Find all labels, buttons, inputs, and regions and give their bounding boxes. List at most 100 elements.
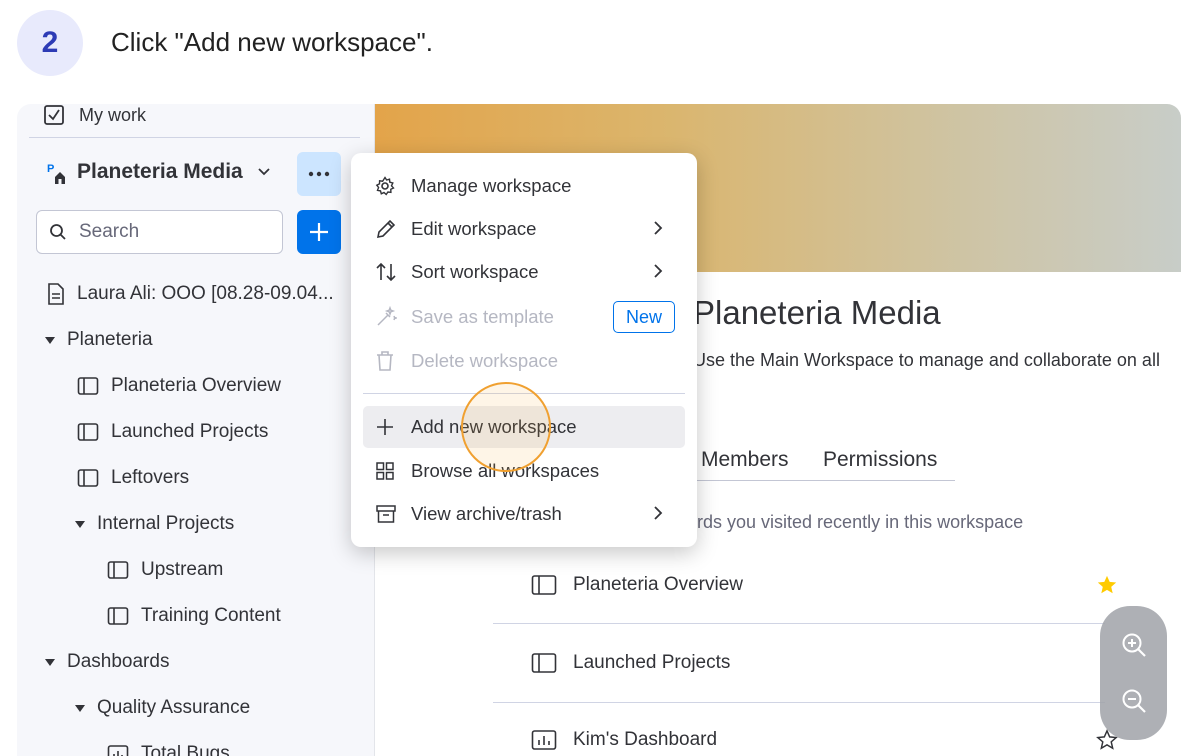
click-indicator-ring [461,382,551,472]
search-box [36,210,283,254]
new-badge: New [612,301,675,333]
board-icon [77,376,99,396]
board-label: Planeteria Overview [573,574,744,595]
board-icon [77,422,99,442]
tree-item-label: Training Content [141,605,281,626]
sidebar-folder-planeteria[interactable]: Planeteria [45,325,153,355]
tab-members[interactable]: Members [701,448,789,472]
workspace-logo-icon: P [47,161,69,184]
zoom-in-button[interactable] [1117,628,1151,662]
sidebar-folder-dashboards[interactable]: Dashboards [45,647,169,677]
add-item-button[interactable] [297,210,341,254]
search-input[interactable] [77,220,257,244]
menu-item-label: View archive/trash [411,503,562,524]
sidebar-item-training-content[interactable]: Training Content [107,601,281,631]
tree-item-label: Total Bugs [141,743,230,756]
menu-item-label: Sort workspace [411,261,539,282]
menu-item-delete-workspace[interactable]: Delete workspace [363,340,685,382]
gear-icon [375,176,401,196]
menu-item-view-archive-trash[interactable]: View archive/trash [363,493,685,535]
zoom-out-button[interactable] [1117,684,1151,718]
sidebar-item-my-work[interactable]: My work [43,104,146,130]
chevron-right-icon [654,264,663,278]
dashboard-icon [531,729,557,751]
board-label: Launched Projects [573,652,731,673]
tabs-underline [697,480,955,481]
row-divider [493,702,1105,703]
board-icon [107,606,129,626]
sidebar-item-planeteria-overview[interactable]: Planeteria Overview [77,371,281,401]
workspace-options-menu: Manage workspace Edit workspace Sort wor… [351,153,697,547]
recent-boards-hint: rds you visited recently in this workspa… [697,512,1024,532]
menu-item-save-as-template[interactable]: Save as template New [363,296,685,338]
board-icon [107,560,129,580]
sidebar-folder-quality-assurance[interactable]: Quality Assurance [75,693,250,723]
board-icon [77,468,99,488]
star-filled-icon[interactable] [1096,574,1118,596]
trash-icon [375,350,401,372]
sidebar: My work P Planeteria Media Laura Ali: OO… [17,104,375,756]
recent-board-row[interactable]: Planeteria Overview [531,570,743,600]
board-icon [531,652,557,674]
tree-item-label: Leftovers [111,467,190,488]
pencil-icon [375,218,401,240]
tree-item-label: Planeteria Overview [111,375,282,396]
caret-down-icon [45,658,55,666]
tree-item-label: Dashboards [67,651,170,672]
tree-item-label: Quality Assurance [97,697,251,718]
workspace-more-button[interactable] [297,152,341,196]
menu-item-manage-workspace[interactable]: Manage workspace [363,165,685,207]
tab-permissions[interactable]: Permissions [823,448,937,472]
menu-item-sort-workspace[interactable]: Sort workspace [363,251,685,293]
tree-item-label: Planeteria [67,329,153,350]
workspace-description: Use the Main Workspace to manage and col… [693,350,1160,370]
search-icon [50,224,66,240]
grid-icon [375,461,401,481]
sidebar-folder-internal-projects[interactable]: Internal Projects [75,509,234,539]
sort-icon [375,261,401,283]
sidebar-item-laura-ali-doc[interactable]: Laura Ali: OOO [08.28-09.04... [47,279,334,309]
sidebar-item-total-bugs[interactable]: Total Bugs [107,739,230,756]
sidebar-item-leftovers[interactable]: Leftovers [77,463,189,493]
tree-item-label: Launched Projects [111,421,269,442]
chevron-down-icon [258,168,270,176]
menu-item-label: Save as template [411,306,554,327]
tree-item-label: Laura Ali: OOO [08.28-09.04... [77,283,334,304]
workspace-selector[interactable]: P Planeteria Media [47,160,271,184]
zoom-out-icon [1122,689,1146,713]
tree-item-label: Internal Projects [97,513,235,534]
row-divider [493,623,1105,624]
archive-icon [375,504,401,524]
my-work-label: My work [79,104,146,125]
zoom-control [1100,606,1167,740]
checkbox-icon [44,105,64,125]
chevron-right-icon [654,506,663,520]
sidebar-item-upstream[interactable]: Upstream [107,555,223,585]
caret-down-icon [75,520,85,528]
sidebar-item-launched-projects[interactable]: Launched Projects [77,417,268,447]
chevron-right-icon [654,221,663,235]
magic-wand-icon [375,306,401,328]
board-icon [531,574,557,596]
plus-icon [375,417,401,437]
step-number-badge: 2 [17,10,83,76]
recent-board-row[interactable]: Launched Projects [531,648,730,678]
board-label: Kim's Dashboard [573,729,718,750]
workspace-name: Planeteria Media [77,160,243,183]
tree-item-label: Upstream [141,559,224,580]
menu-item-label: Delete workspace [411,350,559,371]
caret-down-icon [75,704,85,712]
document-icon [47,283,65,305]
recent-board-row[interactable]: Kim's Dashboard [531,725,717,755]
workspace-title: Planeteria Media [693,294,941,331]
menu-item-label: Edit workspace [411,218,537,239]
caret-down-icon [45,336,55,344]
menu-item-label: Manage workspace [411,175,572,196]
plus-icon [310,223,328,241]
svg-text:P: P [47,163,54,175]
dashboard-icon [107,744,129,756]
menu-item-edit-workspace[interactable]: Edit workspace [363,208,685,250]
sidebar-divider [29,137,360,138]
ellipsis-icon [308,171,330,177]
step-instruction: Click "Add new workspace". [111,27,433,57]
